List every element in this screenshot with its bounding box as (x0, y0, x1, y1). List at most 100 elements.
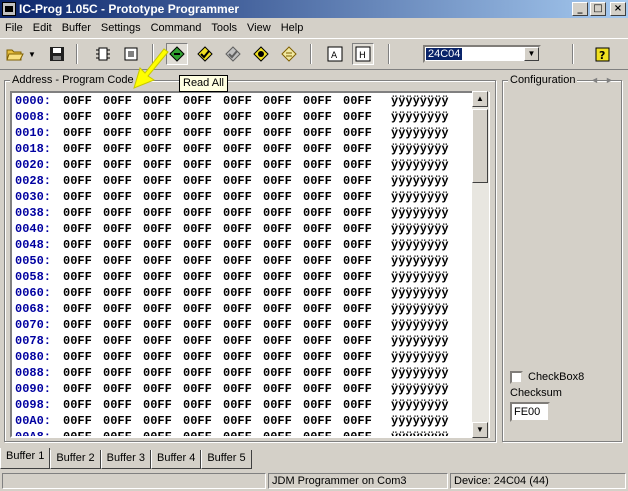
hex-cell[interactable]: 00FF (143, 318, 172, 332)
hex-cell[interactable]: 00FF (303, 414, 332, 428)
hex-cell[interactable]: 00FF (263, 158, 292, 172)
hex-cell[interactable]: 00FF (223, 254, 252, 268)
hex-cell[interactable]: 00FF (183, 270, 212, 284)
hex-cell[interactable]: 00FF (143, 222, 172, 236)
hex-cell[interactable]: 00FF (263, 110, 292, 124)
hex-cell[interactable]: 00FF (263, 398, 292, 412)
close-button[interactable]: × (610, 2, 626, 16)
hex-cell[interactable]: 00FF (183, 206, 212, 220)
maximize-button[interactable]: □ (590, 2, 606, 16)
hex-cell[interactable]: 00FF (63, 398, 92, 412)
save-icon[interactable] (46, 43, 68, 65)
hex-cell[interactable]: 00FF (63, 142, 92, 156)
tab-buffer-4[interactable]: Buffer 4 (150, 450, 202, 469)
hex-cell[interactable]: 00FF (183, 350, 212, 364)
hex-cell[interactable]: 00FF (63, 430, 92, 436)
hex-cell[interactable]: 00FF (343, 206, 372, 220)
menu-buffer[interactable]: Buffer (57, 22, 96, 34)
hex-cell[interactable]: 00FF (183, 126, 212, 140)
hex-cell[interactable]: 00FF (103, 318, 132, 332)
hex-cell[interactable]: 00FF (183, 302, 212, 316)
hex-cell[interactable]: 00FF (183, 382, 212, 396)
hex-cell[interactable]: 00FF (103, 142, 132, 156)
hex-cell[interactable]: 00FF (223, 270, 252, 284)
hex-cell[interactable]: 00FF (263, 382, 292, 396)
hex-cell[interactable]: 00FF (103, 238, 132, 252)
hex-cell[interactable]: 00FF (263, 350, 292, 364)
hex-cell[interactable]: 00FF (343, 238, 372, 252)
hex-cell[interactable]: 00FF (183, 222, 212, 236)
hex-cell[interactable]: 00FF (183, 94, 212, 108)
hex-cell[interactable]: 00FF (223, 350, 252, 364)
hex-scrollbar[interactable]: ▲ ▼ (472, 91, 489, 438)
hex-cell[interactable]: 00FF (103, 126, 132, 140)
hex-cell[interactable]: 00FF (63, 254, 92, 268)
hex-cell[interactable]: 00FF (63, 414, 92, 428)
hex-cell[interactable]: 00FF (263, 270, 292, 284)
hex-cell[interactable]: 00FF (63, 222, 92, 236)
hex-cell[interactable]: 00FF (263, 190, 292, 204)
hex-cell[interactable]: 00FF (103, 110, 132, 124)
checksum-field[interactable]: FE00 (510, 402, 550, 422)
hex-cell[interactable]: 00FF (223, 94, 252, 108)
hex-cell[interactable]: 00FF (223, 126, 252, 140)
hex-cell[interactable]: 00FF (263, 430, 292, 436)
open-file-icon[interactable] (4, 43, 26, 65)
hex-cell[interactable]: 00FF (183, 190, 212, 204)
hex-cell[interactable]: 00FF (143, 110, 172, 124)
hex-cell[interactable]: 00FF (223, 286, 252, 300)
hex-cell[interactable]: 00FF (63, 366, 92, 380)
hex-cell[interactable]: 00FF (343, 254, 372, 268)
program-all-icon[interactable] (194, 43, 216, 65)
hex-cell[interactable]: 00FF (303, 270, 332, 284)
hex-cell[interactable]: 00FF (63, 174, 92, 188)
hex-cell[interactable]: 00FF (223, 110, 252, 124)
hex-cell[interactable]: 00FF (143, 270, 172, 284)
scroll-thumb[interactable] (472, 109, 488, 183)
hex-cell[interactable]: 00FF (143, 414, 172, 428)
hex-cell[interactable]: 00FF (143, 126, 172, 140)
hex-cell[interactable]: 00FF (303, 142, 332, 156)
hex-cell[interactable]: 00FF (223, 206, 252, 220)
hex-cell[interactable]: 00FF (263, 334, 292, 348)
hex-cell[interactable]: 00FF (303, 254, 332, 268)
hex-cell[interactable]: 00FF (343, 126, 372, 140)
hex-cell[interactable]: 00FF (63, 238, 92, 252)
hex-cell[interactable]: 00FF (223, 414, 252, 428)
hex-cell[interactable]: 00FF (343, 430, 372, 436)
hex-cell[interactable]: 00FF (263, 366, 292, 380)
hex-cell[interactable]: 00FF (143, 206, 172, 220)
hex-cell[interactable]: 00FF (103, 414, 132, 428)
hex-cell[interactable]: 00FF (63, 318, 92, 332)
hex-cell[interactable]: 00FF (343, 414, 372, 428)
hex-cell[interactable]: 00FF (63, 126, 92, 140)
minimize-button[interactable]: _ (572, 2, 588, 16)
tab-buffer-3[interactable]: Buffer 3 (100, 450, 151, 469)
hex-cell[interactable]: 00FF (263, 94, 292, 108)
hex-cell[interactable]: 00FF (223, 222, 252, 236)
hex-cell[interactable]: 00FF (183, 174, 212, 188)
config-next-icon[interactable]: ► (605, 75, 614, 85)
hex-cell[interactable]: 00FF (223, 190, 252, 204)
hex-cell[interactable]: 00FF (143, 302, 172, 316)
hex-cell[interactable]: 00FF (63, 382, 92, 396)
hex-cell[interactable]: 00FF (303, 206, 332, 220)
chip-config-icon[interactable] (92, 43, 114, 65)
hex-cell[interactable]: 00FF (303, 110, 332, 124)
hex-cell[interactable]: 00FF (63, 110, 92, 124)
hex-cell[interactable]: 00FF (183, 430, 212, 436)
hex-cell[interactable]: 00FF (103, 222, 132, 236)
hex-cell[interactable]: 00FF (143, 350, 172, 364)
blank-check-icon[interactable] (278, 43, 300, 65)
hex-cell[interactable]: 00FF (143, 174, 172, 188)
hex-cell[interactable]: 00FF (343, 174, 372, 188)
menu-file[interactable]: File (0, 22, 28, 34)
hex-cell[interactable]: 00FF (103, 286, 132, 300)
hex-cell[interactable]: 00FF (63, 302, 92, 316)
hex-cell[interactable]: 00FF (303, 94, 332, 108)
hex-cell[interactable]: 00FF (303, 238, 332, 252)
hex-cell[interactable]: 00FF (63, 286, 92, 300)
hex-cell[interactable]: 00FF (143, 238, 172, 252)
hex-cell[interactable]: 00FF (263, 238, 292, 252)
device-select[interactable]: 24C04 ▼ (423, 45, 541, 63)
